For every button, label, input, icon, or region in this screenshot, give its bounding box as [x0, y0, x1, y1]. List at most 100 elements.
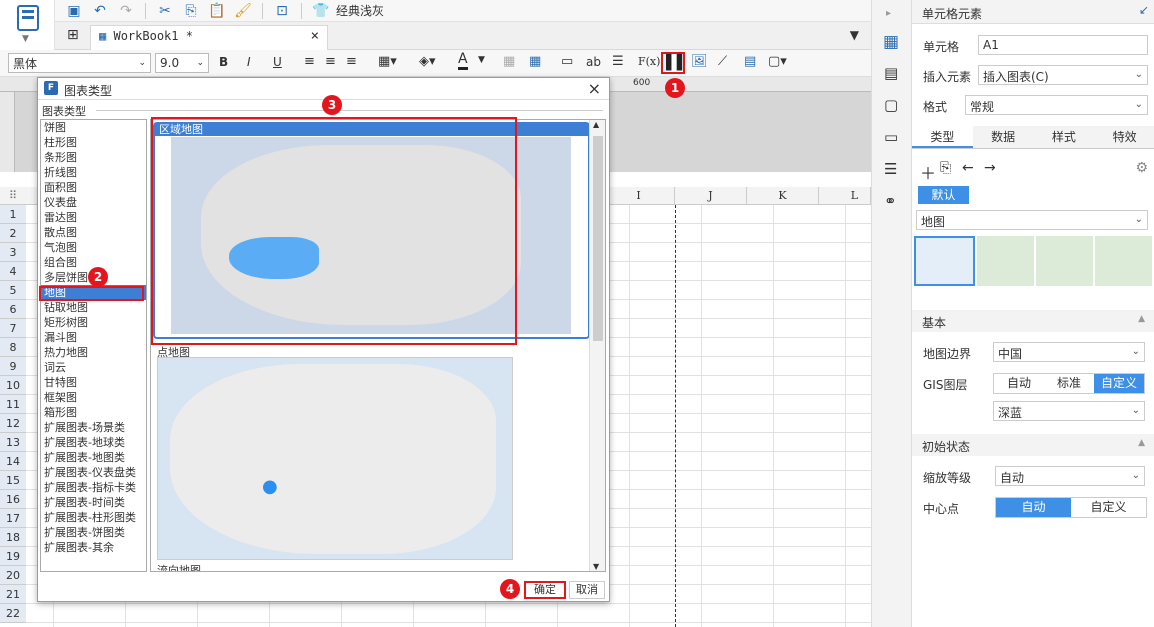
- textbox-icon[interactable]: ▭: [561, 54, 573, 69]
- widget-icon[interactable]: ▢: [884, 96, 898, 114]
- chart-category-item[interactable]: 扩展图表-地球类: [41, 435, 146, 450]
- row-header[interactable]: 12: [0, 414, 26, 433]
- text-button[interactable]: ab: [586, 55, 601, 69]
- app-logo[interactable]: ▼: [0, 0, 55, 50]
- map-thumb[interactable]: [977, 236, 1034, 286]
- stack-icon[interactable]: ☰: [884, 160, 897, 178]
- row-header[interactable]: 20: [0, 566, 26, 585]
- chart-category-item[interactable]: 扩展图表-仪表盘类: [41, 465, 146, 480]
- row-header[interactable]: 15: [0, 471, 26, 490]
- chart-category-list[interactable]: 饼图 柱形图 条形图 折线图 面积图 仪表盘 雷达图 散点图 气泡图 组合图 多层饼图 地图 钻取地图矩…: [40, 119, 147, 572]
- tab-style[interactable]: 样式: [1034, 126, 1095, 148]
- chart-category-item[interactable]: 仪表盘: [41, 195, 146, 210]
- chevron-down-icon[interactable]: ▼: [22, 34, 29, 44]
- gear-icon[interactable]: ⚙: [1135, 160, 1148, 176]
- row-header[interactable]: 3: [0, 243, 26, 262]
- row-header[interactable]: 18: [0, 528, 26, 547]
- italic-button[interactable]: I: [247, 55, 251, 69]
- init-state-section-header[interactable]: 初始状态 ▲: [912, 434, 1154, 456]
- chart-category-item[interactable]: 扩展图表-其余: [41, 540, 146, 555]
- formula-button[interactable]: F(x): [638, 55, 660, 68]
- row-header[interactable]: 5: [0, 281, 26, 300]
- chart-category-item[interactable]: 柱形图: [41, 135, 146, 150]
- row-header[interactable]: 13: [0, 433, 26, 452]
- chart-category-item[interactable]: 面积图: [41, 180, 146, 195]
- preview-scrollbar[interactable]: ▲ ▼: [589, 120, 605, 571]
- font-size-select[interactable]: 9.0 ⌄: [155, 53, 209, 73]
- font-select[interactable]: 黑体 ⌄: [8, 53, 151, 73]
- save-icon[interactable]: ▣: [63, 1, 85, 21]
- paste-icon[interactable]: 📋: [206, 1, 228, 21]
- center-auto-option[interactable]: 自动: [996, 498, 1071, 517]
- gis-auto-option[interactable]: 自动: [994, 374, 1044, 393]
- map-thumb[interactable]: [1095, 236, 1152, 286]
- chart-category-item[interactable]: 扩展图表-场景类: [41, 420, 146, 435]
- row-header[interactable]: 21: [0, 585, 26, 604]
- gis-theme-select[interactable]: 深蓝 ⌄: [993, 401, 1145, 421]
- cut-icon[interactable]: ✂: [154, 1, 176, 21]
- chart-category-item[interactable]: 钻取地图: [41, 300, 146, 315]
- column-header[interactable]: I: [603, 187, 675, 205]
- cell-element-icon[interactable]: ▦: [883, 32, 899, 52]
- tab-workbook[interactable]: ▦ WorkBook1 * ×: [90, 25, 328, 50]
- chart-category-item[interactable]: 条形图: [41, 150, 146, 165]
- row-header[interactable]: 22: [0, 604, 26, 623]
- ok-button[interactable]: 确定: [524, 581, 566, 599]
- format-painter-icon[interactable]: 🖌: [232, 1, 254, 21]
- collapse-icon[interactable]: ↙: [1139, 3, 1149, 17]
- scroll-down-icon[interactable]: ▼: [593, 562, 599, 571]
- frame-icon[interactable]: ▢▾: [768, 54, 787, 69]
- chevron-down-icon[interactable]: ▼: [478, 55, 485, 65]
- link-icon[interactable]: ⚭: [884, 192, 897, 210]
- row-header[interactable]: 10: [0, 376, 26, 395]
- column-header[interactable]: K: [747, 187, 819, 205]
- chart-category-item[interactable]: 扩展图表-指标卡类: [41, 480, 146, 495]
- bold-button[interactable]: B: [219, 55, 228, 69]
- template-icon[interactable]: ⊡: [271, 1, 293, 21]
- chart-category-item[interactable]: 扩展图表-地图类: [41, 450, 146, 465]
- chart-category-item[interactable]: 气泡图: [41, 240, 146, 255]
- map-thumb[interactable]: [914, 236, 975, 286]
- default-chart-button[interactable]: 默认: [918, 186, 969, 204]
- align-left-icon[interactable]: ≡: [304, 54, 315, 69]
- column-header[interactable]: J: [675, 187, 747, 205]
- row-header[interactable]: 2: [0, 224, 26, 243]
- chart-category-item[interactable]: 漏斗图: [41, 330, 146, 345]
- scrollbar-thumb[interactable]: [593, 136, 603, 341]
- format-select[interactable]: 常规 ⌄: [965, 95, 1148, 115]
- chart-category-item[interactable]: 框架图: [41, 390, 146, 405]
- row-header[interactable]: 19: [0, 547, 26, 566]
- close-icon[interactable]: ×: [588, 79, 601, 98]
- row-header[interactable]: 9: [0, 357, 26, 376]
- chart-category-item[interactable]: 箱形图: [41, 405, 146, 420]
- arrow-left-icon[interactable]: ←: [962, 160, 974, 176]
- chart-category-item[interactable]: 饼图: [41, 120, 146, 135]
- row-header[interactable]: 17: [0, 509, 26, 528]
- cancel-button[interactable]: 取消: [569, 581, 605, 599]
- chart-category-item[interactable]: 热力地图: [41, 345, 146, 360]
- tab-data[interactable]: 数据: [973, 126, 1034, 148]
- row-header[interactable]: 11: [0, 395, 26, 414]
- slash-icon[interactable]: ⟋: [718, 54, 727, 69]
- arrow-right-icon[interactable]: →: [984, 160, 996, 176]
- chart-category-item[interactable]: 折线图: [41, 165, 146, 180]
- add-icon[interactable]: ＋: [920, 160, 936, 184]
- tab-menu-icon[interactable]: ▼: [850, 28, 859, 42]
- tab-effect[interactable]: 特效: [1094, 126, 1154, 148]
- row-header[interactable]: 14: [0, 452, 26, 471]
- border-icon[interactable]: ▦▾: [378, 54, 397, 69]
- tab-type[interactable]: 类型: [912, 126, 973, 148]
- row-header[interactable]: 4: [0, 262, 26, 281]
- cell-input[interactable]: A1: [978, 35, 1148, 55]
- point-map-image[interactable]: ●: [157, 357, 513, 560]
- image-icon[interactable]: 🖼: [691, 54, 708, 69]
- insert-chart-button[interactable]: ▌▌: [661, 52, 688, 74]
- close-tab-icon[interactable]: ×: [311, 28, 319, 44]
- copy-icon[interactable]: ⎘: [180, 1, 202, 21]
- select-all-corner[interactable]: ⠿: [0, 187, 26, 205]
- redo-icon[interactable]: ↷: [115, 1, 137, 21]
- merge-icon[interactable]: ▦: [503, 54, 515, 69]
- underline-button[interactable]: U: [273, 55, 282, 69]
- undo-icon[interactable]: ↶: [89, 1, 111, 21]
- basic-section-header[interactable]: 基本 ▲: [912, 310, 1154, 332]
